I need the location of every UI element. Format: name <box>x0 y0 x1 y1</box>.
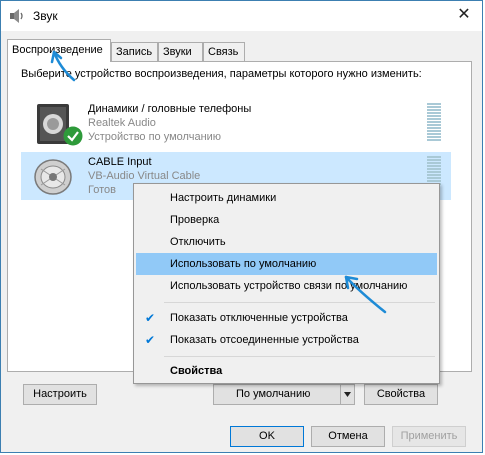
annotation-arrows <box>50 50 387 314</box>
annotation-arrow-icon <box>344 275 387 314</box>
